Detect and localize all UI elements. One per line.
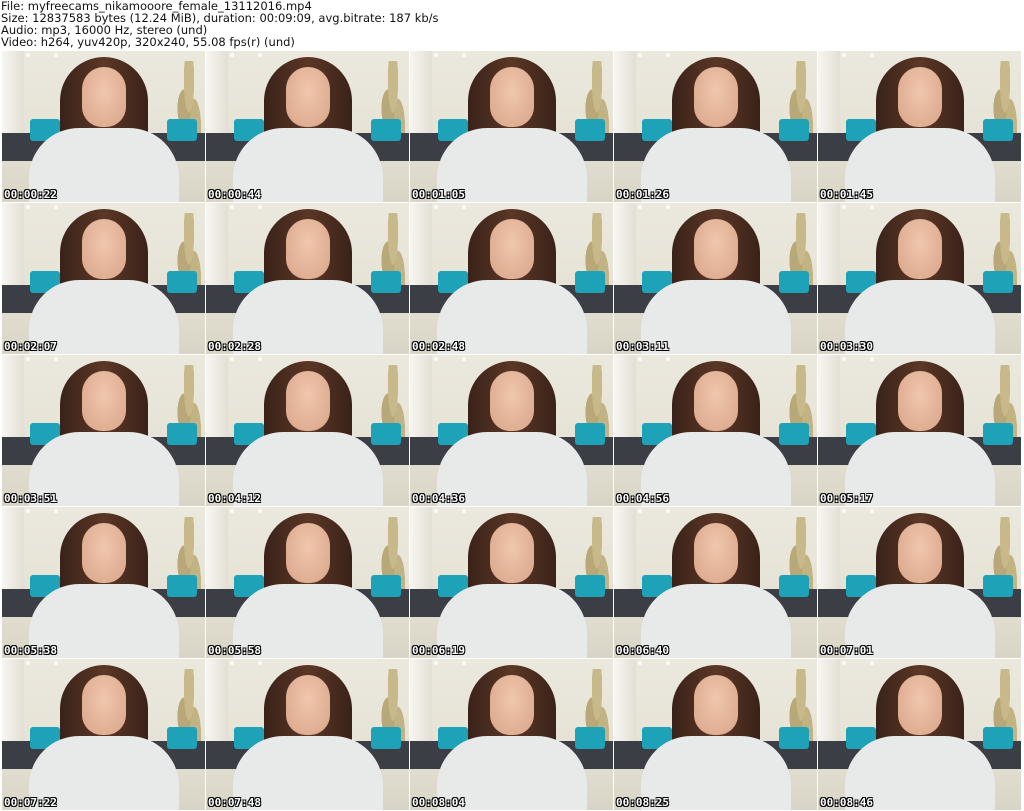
video-thumbnail: 00:03:30 [818, 203, 1021, 354]
thumbnail-timestamp: 00:04:56 [616, 492, 669, 505]
video-thumbnail: 00:07:22 [2, 659, 205, 810]
video-thumbnail: 00:02:28 [206, 203, 409, 354]
video-thumbnail: 00:08:46 [818, 659, 1021, 810]
thumbnail-timestamp: 00:02:07 [4, 340, 57, 353]
video-thumbnail: 00:08:04 [410, 659, 613, 810]
thumbnail-timestamp: 00:02:48 [412, 340, 465, 353]
thumbnail-timestamp: 00:05:38 [4, 644, 57, 657]
video-thumbnail: 00:07:01 [818, 507, 1021, 658]
thumbnail-timestamp: 00:08:25 [616, 796, 669, 809]
video-thumbnail: 00:03:51 [2, 355, 205, 506]
thumbnail-timestamp: 00:00:22 [4, 188, 57, 201]
video-thumbnail: 00:05:17 [818, 355, 1021, 506]
thumbnail-timestamp: 00:07:48 [208, 796, 261, 809]
thumbnail-timestamp: 00:06:19 [412, 644, 465, 657]
thumbnail-grid: 00:00:22 00:00:44 00:01:05 00:01:26 00:01:45… [2, 51, 1022, 811]
thumbnail-timestamp: 00:05:17 [820, 492, 873, 505]
thumbnail-timestamp: 00:03:11 [616, 340, 669, 353]
file-info-header: File: myfreecams_nikamooore_female_13112… [1, 0, 1021, 50]
video-thumbnail: 00:04:12 [206, 355, 409, 506]
thumbnail-timestamp: 00:06:40 [616, 644, 669, 657]
thumbnail-timestamp: 00:02:28 [208, 340, 261, 353]
video-thumbnail: 00:01:05 [410, 51, 613, 202]
thumbnail-timestamp: 00:01:45 [820, 188, 873, 201]
thumbnail-timestamp: 00:04:36 [412, 492, 465, 505]
video-thumbnail: 00:01:26 [614, 51, 817, 202]
video-thumbnail: 00:04:56 [614, 355, 817, 506]
thumbnail-timestamp: 00:08:46 [820, 796, 873, 809]
video-thumbnail: 00:08:25 [614, 659, 817, 810]
video-thumbnail: 00:05:58 [206, 507, 409, 658]
video-thumbnail: 00:00:44 [206, 51, 409, 202]
video-thumbnail: 00:00:22 [2, 51, 205, 202]
thumbnail-timestamp: 00:05:58 [208, 644, 261, 657]
thumbnail-timestamp: 00:03:30 [820, 340, 873, 353]
video-thumbnail: 00:02:48 [410, 203, 613, 354]
thumbnail-timestamp: 00:01:05 [412, 188, 465, 201]
thumbnail-timestamp: 00:07:01 [820, 644, 873, 657]
thumbnail-timestamp: 00:07:22 [4, 796, 57, 809]
thumbnail-timestamp: 00:04:12 [208, 492, 261, 505]
video-thumbnail: 00:01:45 [818, 51, 1021, 202]
video-info-line: Video: h264, yuv420p, 320x240, 55.08 fps… [1, 35, 295, 49]
thumbnail-timestamp: 00:08:04 [412, 796, 465, 809]
video-thumbnail: 00:06:40 [614, 507, 817, 658]
thumbnail-timestamp: 00:01:26 [616, 188, 669, 201]
video-thumbnail: 00:03:11 [614, 203, 817, 354]
video-thumbnail: 00:06:19 [410, 507, 613, 658]
video-thumbnail: 00:02:07 [2, 203, 205, 354]
thumbnail-timestamp: 00:03:51 [4, 492, 57, 505]
video-thumbnail: 00:07:48 [206, 659, 409, 810]
video-thumbnail: 00:04:36 [410, 355, 613, 506]
thumbnail-timestamp: 00:00:44 [208, 188, 261, 201]
video-thumbnail: 00:05:38 [2, 507, 205, 658]
